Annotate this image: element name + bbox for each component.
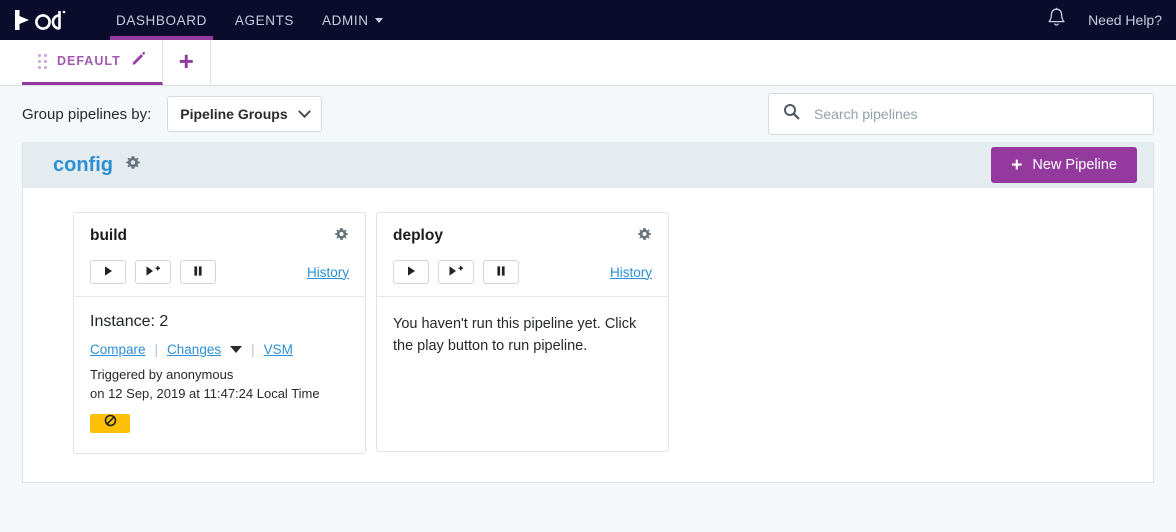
pencil-edit-icon[interactable] (131, 51, 146, 71)
pipeline-card-build: build History Instance: 2 Compare | Chan… (73, 212, 366, 454)
nav-link-admin-label: ADMIN (322, 12, 369, 28)
search-input[interactable] (812, 105, 1139, 123)
link-divider: | (154, 342, 159, 357)
history-link[interactable]: History (307, 265, 349, 280)
pipeline-group-header: config + New Pipeline (23, 142, 1153, 188)
instance-links: Compare | Changes | VSM (90, 342, 349, 357)
changes-link[interactable]: Changes (167, 342, 221, 357)
pipeline-card-body: You haven't run this pipeline yet. Click… (377, 297, 668, 451)
tab-default-label: DEFAULT (57, 54, 121, 68)
search-pipelines-box[interactable] (768, 93, 1154, 135)
compare-link[interactable]: Compare (90, 342, 146, 357)
pipeline-group-config: config + New Pipeline build History Inst… (22, 142, 1154, 483)
primary-nav: DASHBOARD AGENTS ADMIN (102, 0, 397, 40)
play-with-options-button[interactable] (438, 260, 474, 284)
triangle-down-icon[interactable] (230, 346, 243, 353)
group-pipelines-by-select[interactable]: Pipeline Groups (167, 96, 323, 132)
pipeline-name: build (90, 227, 128, 244)
pipeline-name: deploy (393, 227, 443, 244)
pipeline-card-body: Instance: 2 Compare | Changes | VSM Trig… (74, 297, 365, 453)
pipeline-card-header: build History (74, 213, 365, 297)
filter-bar: Group pipelines by: Pipeline Groups (0, 86, 1176, 142)
chevron-down-icon (298, 104, 312, 118)
triggered-by: Triggered by anonymous (90, 367, 234, 382)
play-icon (103, 265, 114, 280)
nav-link-agents[interactable]: AGENTS (221, 0, 308, 40)
pause-icon (496, 265, 506, 280)
need-help-link[interactable]: Need Help? (1088, 12, 1162, 28)
status-badge[interactable] (90, 413, 130, 433)
gear-icon[interactable] (125, 155, 141, 176)
history-link[interactable]: History (610, 265, 652, 280)
play-plus-icon (448, 265, 465, 280)
nav-link-dashboard[interactable]: DASHBOARD (102, 0, 221, 40)
pipeline-group-name[interactable]: config (53, 154, 113, 177)
play-button[interactable] (393, 260, 429, 284)
pause-button[interactable] (483, 260, 519, 284)
navbar-right: Need Help? (1047, 7, 1162, 33)
vsm-link[interactable]: VSM (264, 342, 293, 357)
play-button[interactable] (90, 260, 126, 284)
triggered-on: on 12 Sep, 2019 at 11:47:24 Local Time (90, 385, 320, 401)
drag-handle-dots-icon[interactable] (38, 53, 47, 69)
gear-icon[interactable] (637, 227, 652, 247)
pipeline-card-header: deploy History (377, 213, 668, 297)
pause-button[interactable] (180, 260, 216, 284)
pipeline-action-buttons: History (393, 260, 652, 284)
gocd-play-logo-icon (12, 7, 70, 33)
pause-icon (193, 265, 203, 280)
plus-icon: + (1011, 154, 1023, 176)
pipeline-action-buttons: History (90, 260, 349, 284)
nav-link-admin[interactable]: ADMIN (308, 0, 397, 40)
tab-default[interactable]: DEFAULT (22, 40, 163, 85)
instance-label: Instance: 2 (90, 313, 169, 330)
play-with-options-button[interactable] (135, 260, 171, 284)
trigger-info: Triggered by anonymous on 12 Sep, 2019 a… (90, 366, 349, 404)
play-plus-icon (145, 265, 162, 280)
gocd-logo[interactable] (12, 7, 70, 33)
add-tab-button[interactable]: + (163, 40, 211, 85)
pipeline-card-list: build History Instance: 2 Compare | Chan… (23, 188, 1153, 482)
group-pipelines-by-value: Pipeline Groups (180, 106, 288, 122)
search-icon (783, 103, 800, 125)
play-icon (406, 265, 417, 280)
pipeline-card-deploy: deploy History You haven't run this pipe… (376, 212, 669, 452)
chevron-down-icon (374, 17, 383, 23)
link-divider: | (251, 342, 255, 357)
notification-bell-icon[interactable] (1047, 7, 1066, 33)
new-pipeline-label: New Pipeline (1032, 157, 1117, 173)
dashboard-tab-strip: DEFAULT + (0, 40, 1176, 86)
cancelled-no-entry-icon (104, 414, 117, 432)
new-pipeline-button[interactable]: + New Pipeline (991, 147, 1137, 183)
empty-pipeline-message: You haven't run this pipeline yet. Click… (393, 316, 637, 355)
group-by-label: Group pipelines by: (22, 105, 152, 123)
gear-icon[interactable] (334, 227, 349, 247)
top-navbar: DASHBOARD AGENTS ADMIN Need Help? (0, 0, 1176, 40)
